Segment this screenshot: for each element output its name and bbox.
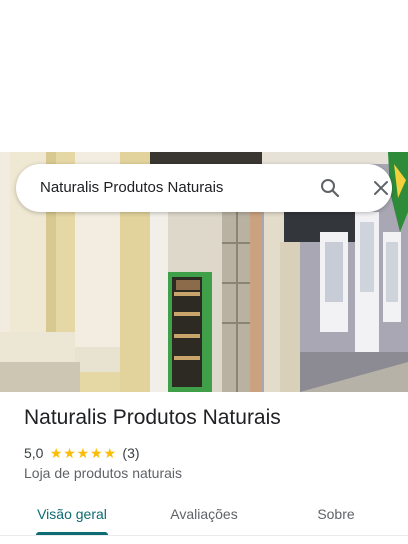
star-rating: ★ ★ ★ ★ ★ xyxy=(49,446,116,460)
place-tabs: Visão geral Avaliações Sobre xyxy=(0,494,408,538)
star-icon: ★ xyxy=(90,445,103,461)
search-input[interactable]: Naturalis Produtos Naturais xyxy=(40,164,223,212)
tab-overview[interactable]: Visão geral xyxy=(24,494,120,534)
search-icon[interactable] xyxy=(318,176,342,200)
place-title: Naturalis Produtos Naturais xyxy=(24,406,281,429)
tabs-divider xyxy=(0,535,408,536)
star-icon: ★ xyxy=(49,445,63,461)
star-icon: ★ xyxy=(103,445,116,461)
tab-about[interactable]: Sobre xyxy=(296,494,376,534)
place-category: Loja de produtos naturais xyxy=(24,465,182,481)
star-icon: ★ xyxy=(76,445,90,461)
review-count[interactable]: (3) xyxy=(122,445,139,461)
star-icon: ★ xyxy=(63,445,76,461)
tab-reviews[interactable]: Avaliações xyxy=(156,494,252,534)
map-blank-area xyxy=(0,0,408,152)
rating-row[interactable]: 5,0 ★ ★ ★ ★ ★ (3) xyxy=(24,444,140,462)
close-icon[interactable] xyxy=(369,176,393,200)
search-bar[interactable]: Naturalis Produtos Naturais xyxy=(16,164,392,212)
rating-value: 5,0 xyxy=(24,445,44,461)
